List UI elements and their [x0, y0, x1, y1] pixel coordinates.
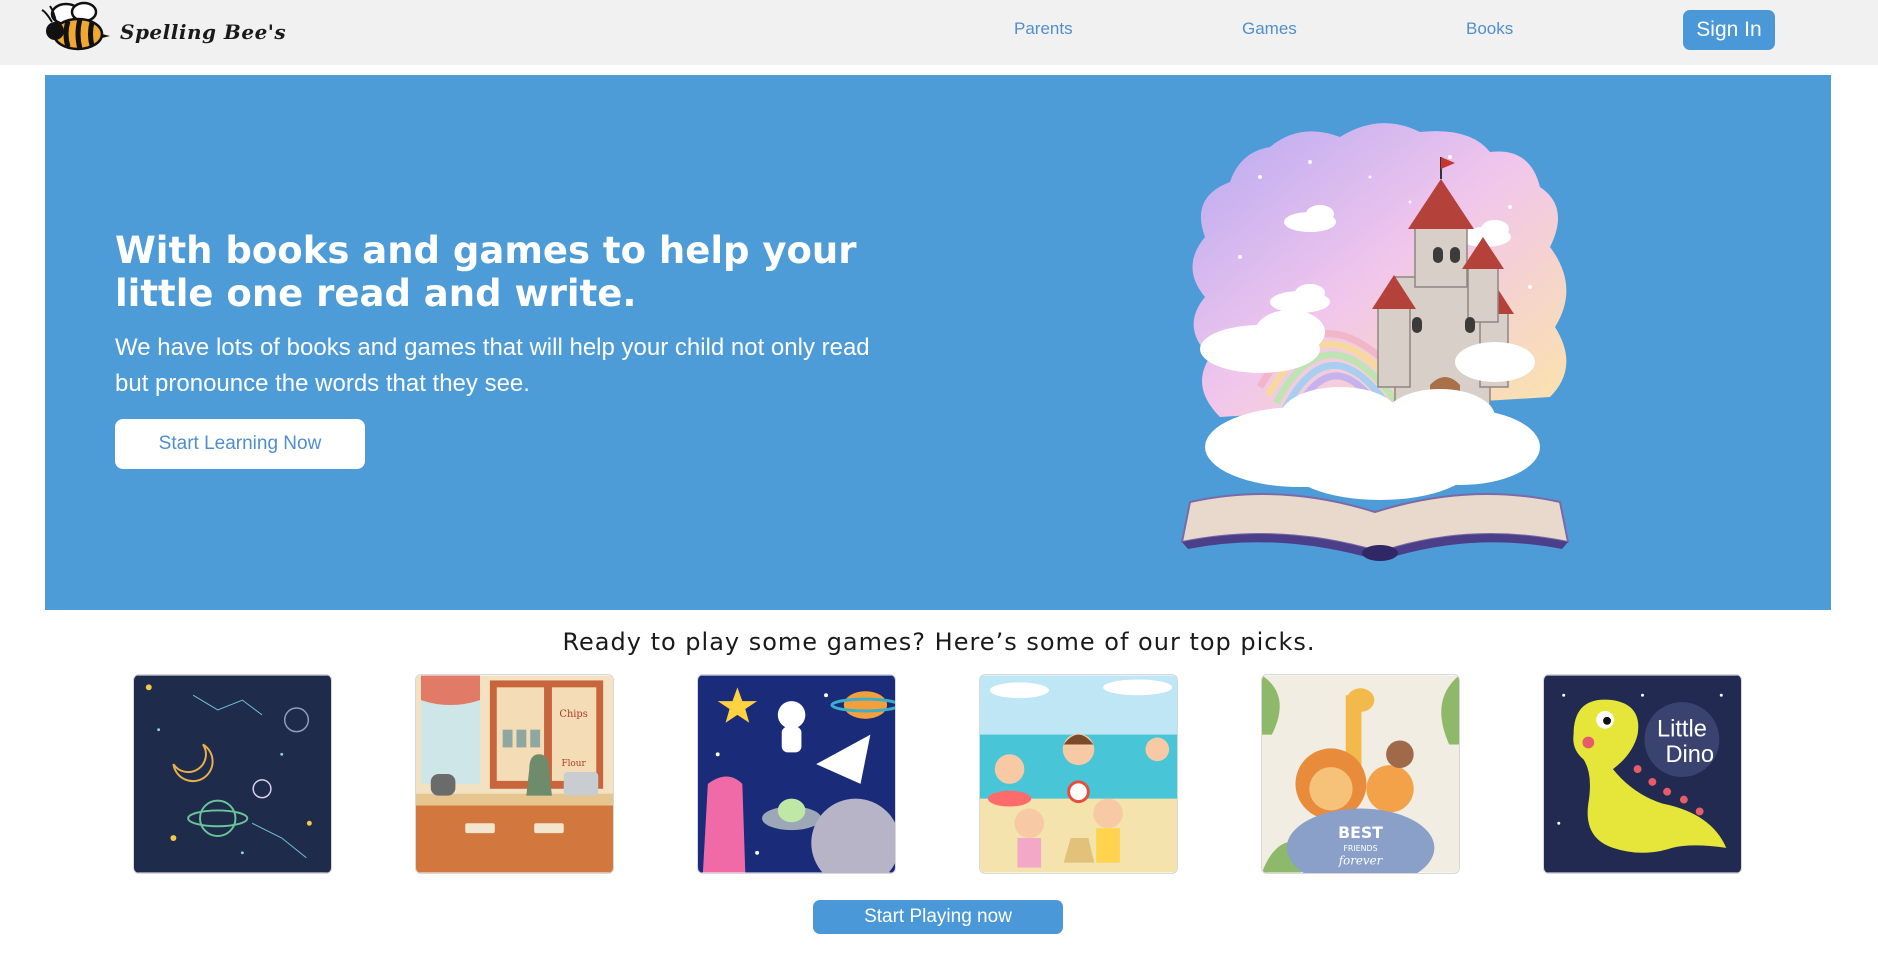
- best-label: BEST: [1338, 823, 1383, 842]
- little-dino-illustration: Little Dino: [1544, 675, 1741, 873]
- game-card-best-friends[interactable]: BEST FRIENDS forever: [1261, 674, 1460, 874]
- forever-label: forever: [1338, 854, 1384, 868]
- game-card-space-constellations[interactable]: [133, 674, 332, 874]
- space-adventure-illustration: [698, 675, 895, 873]
- little-label: Little: [1657, 717, 1707, 743]
- nav-link-books[interactable]: Books: [1466, 19, 1513, 39]
- hero-subtitle: We have lots of books and games that wil…: [115, 334, 870, 397]
- start-playing-button[interactable]: Start Playing now: [813, 900, 1063, 934]
- beach-kids-illustration: [980, 675, 1177, 873]
- nav-link-games[interactable]: Games: [1242, 19, 1297, 39]
- constellation-illustration: [134, 675, 331, 873]
- brand-name: Spelling Bee's: [120, 20, 287, 44]
- dino-label: Dino: [1665, 742, 1714, 768]
- game-card-little-dino[interactable]: Little Dino: [1543, 674, 1742, 874]
- hero-title: With books and games to help your little…: [115, 229, 857, 315]
- best-friends-animals-illustration: BEST FRIENDS forever: [1262, 675, 1459, 873]
- bee-icon: [41, 1, 110, 51]
- storybook-castle-illustration: [1180, 123, 1570, 561]
- start-learning-button[interactable]: Start Learning Now: [115, 419, 365, 469]
- hero-banner: With books and games to help your little…: [45, 75, 1831, 610]
- game-card-beach[interactable]: [979, 674, 1178, 874]
- games-section-heading: Ready to play some games? Here’s some of…: [562, 628, 1316, 656]
- brand-logo[interactable]: Spelling Bee's: [40, 0, 286, 60]
- kitchen-illustration: Chips Flour: [416, 675, 613, 873]
- friends-label: FRIENDS: [1343, 844, 1377, 853]
- chips-label: Chips: [559, 709, 587, 720]
- nav-link-parents[interactable]: Parents: [1014, 19, 1073, 39]
- top-navbar: Spelling Bee's Parents Games Books Sign …: [0, 0, 1878, 65]
- sign-in-button[interactable]: Sign In: [1683, 10, 1775, 50]
- game-card-kitchen[interactable]: Chips Flour: [415, 674, 614, 874]
- flour-label: Flour: [561, 759, 586, 769]
- game-card-outer-space[interactable]: [697, 674, 896, 874]
